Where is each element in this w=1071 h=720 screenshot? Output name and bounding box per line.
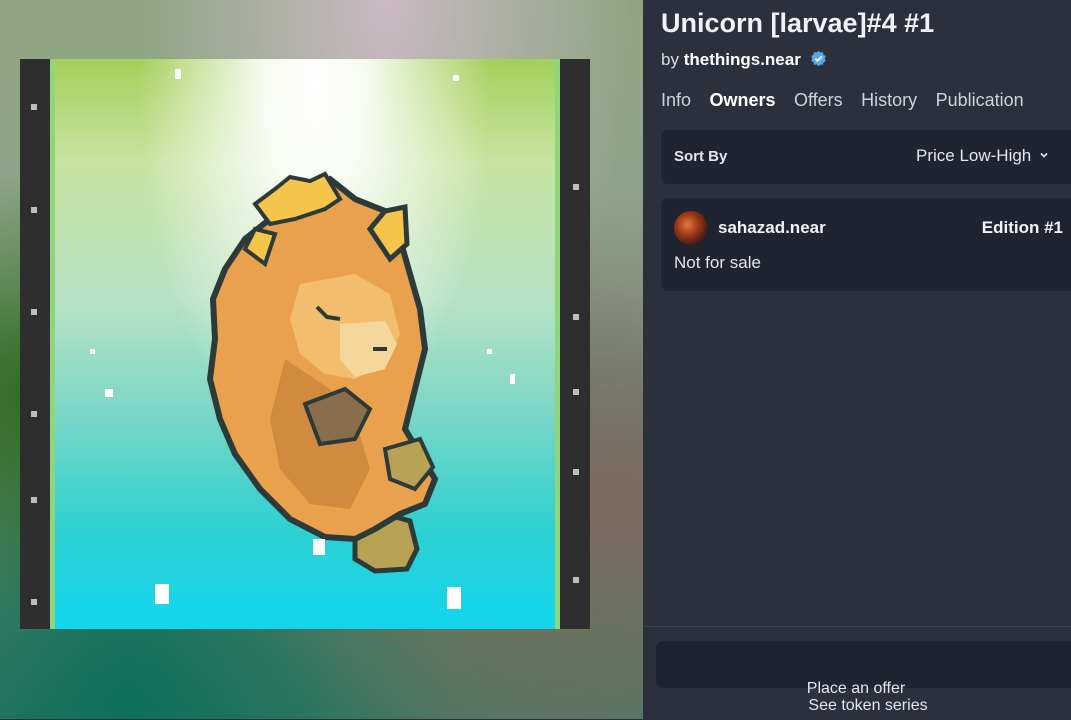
owner-name-link[interactable]: sahazad.near	[718, 218, 826, 238]
sparkle-decoration	[175, 69, 181, 79]
film-rail-marker	[31, 599, 37, 605]
film-rail-marker	[31, 497, 37, 503]
chevron-down-icon	[1040, 152, 1048, 158]
film-rail-marker	[573, 314, 579, 320]
verified-badge-icon	[810, 50, 827, 72]
avatar[interactable]	[674, 211, 708, 245]
sort-selected-value: Price Low-High	[916, 146, 1032, 165]
tab-publication[interactable]: Publication	[936, 90, 1024, 111]
sort-dropdown[interactable]: Price Low-High	[916, 146, 1049, 166]
sparkle-decoration	[447, 587, 461, 609]
film-rail-marker	[573, 469, 579, 475]
film-rail-marker	[573, 389, 579, 395]
sort-bar: Sort By Price Low-High	[661, 130, 1071, 184]
unicorn-larvae-illustration	[206, 171, 439, 574]
artwork-canvas	[50, 59, 560, 629]
sparkle-decoration	[487, 349, 492, 354]
place-offer-button[interactable]: Place an offer	[656, 641, 1071, 697]
sparkle-decoration	[155, 584, 169, 604]
sparkle-decoration	[510, 374, 515, 384]
owner-card: sahazad.near Edition #1 Not for sale	[661, 198, 1071, 291]
sale-status: Not for sale	[674, 253, 761, 272]
film-rail-marker	[31, 104, 37, 110]
action-footer: Place an offer See token series	[643, 626, 1071, 720]
tab-offers[interactable]: Offers	[794, 90, 843, 111]
see-token-series-link[interactable]: See token series	[643, 697, 1071, 715]
token-details-panel: Unicorn [larvae]#4 #1 by thethings.near …	[643, 0, 1071, 720]
detail-tabs: Info Owners Offers History Publication	[661, 90, 1038, 114]
tab-owners[interactable]: Owners	[709, 90, 775, 111]
tab-history[interactable]: History	[861, 90, 917, 111]
sort-by-label: Sort By	[674, 148, 728, 165]
tab-info[interactable]: Info	[661, 90, 691, 111]
sparkle-decoration	[105, 389, 113, 397]
artwork-backdrop	[0, 0, 643, 719]
sparkle-decoration	[90, 349, 95, 354]
film-rail-marker	[31, 411, 37, 417]
token-title: Unicorn [larvae]#4 #1	[661, 8, 935, 38]
film-rail-marker	[573, 184, 579, 190]
nft-artwork[interactable]	[20, 59, 590, 629]
film-rail-marker	[31, 309, 37, 315]
edition-label: Edition #1	[981, 218, 1063, 237]
sparkle-decoration	[313, 539, 325, 555]
film-rail-marker	[31, 207, 37, 213]
creator-byline: by thethings.near	[661, 50, 827, 72]
film-rail-marker	[573, 577, 579, 583]
creator-link[interactable]: thethings.near	[684, 50, 801, 69]
sparkle-decoration	[453, 75, 459, 81]
byline-prefix: by	[661, 50, 679, 69]
